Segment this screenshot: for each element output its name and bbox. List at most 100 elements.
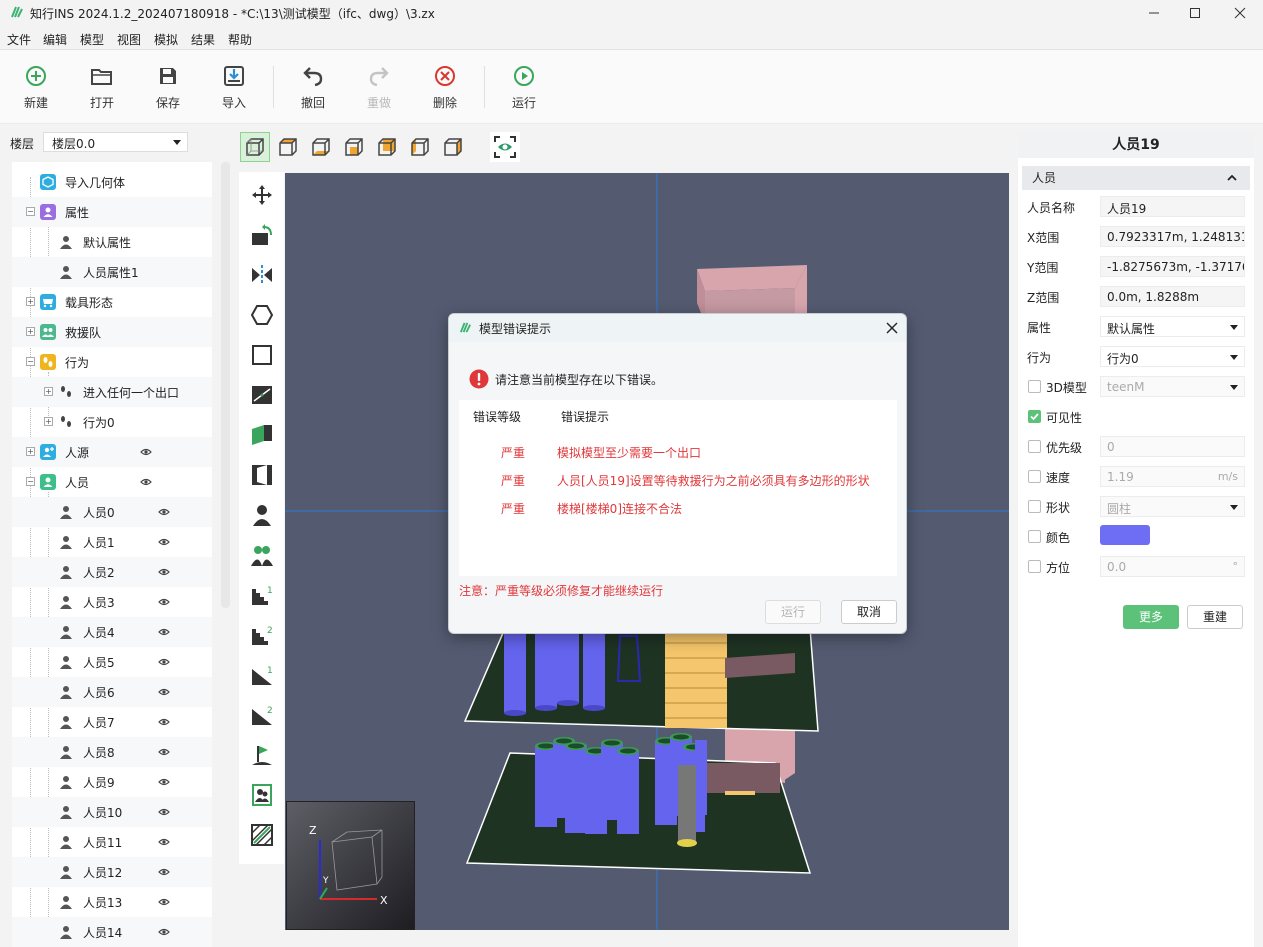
undo-button[interactable]: 撤回 — [288, 64, 338, 114]
tree-item-behavior0[interactable]: + 行为0 — [12, 407, 212, 437]
view-3d-button[interactable] — [240, 132, 270, 162]
visibility-eye-icon[interactable] — [140, 476, 152, 488]
z-range-field[interactable]: 0.0m, 1.8288m — [1100, 286, 1245, 307]
visibility-eye-icon[interactable] — [158, 806, 170, 818]
tree-item-person[interactable]: 人员2 — [12, 557, 212, 587]
minimize-button[interactable] — [1131, 0, 1177, 26]
x-range-field[interactable]: 0.7923317m, 1.2481318m — [1100, 226, 1245, 247]
menu-help[interactable]: 帮助 — [228, 31, 252, 48]
visibility-eye-icon[interactable] — [158, 776, 170, 788]
tree-item-attributes[interactable]: − 属性 — [12, 197, 212, 227]
tree-item-person[interactable]: 人员14 — [12, 917, 212, 947]
visibility-eye-icon[interactable] — [158, 836, 170, 848]
priority-checkbox[interactable] — [1028, 440, 1041, 453]
collapse-toggle-icon[interactable]: − — [26, 207, 35, 216]
expand-toggle-icon[interactable]: + — [26, 327, 35, 336]
visibility-checkbox[interactable] — [1028, 410, 1041, 423]
priority-field[interactable]: 0 — [1100, 436, 1245, 457]
import-button[interactable]: 导入 — [209, 64, 259, 114]
expand-toggle-icon[interactable]: + — [26, 447, 35, 456]
tree-item-person[interactable]: 人员12 — [12, 857, 212, 887]
mirror-tool[interactable] — [247, 260, 277, 290]
tree-item-default-attr[interactable]: 默认属性 — [12, 227, 212, 257]
visibility-eye-icon[interactable] — [158, 866, 170, 878]
visibility-eye-icon[interactable] — [158, 716, 170, 728]
tree-item-person[interactable]: 人员11 — [12, 827, 212, 857]
tree-item-person[interactable]: 人员13 — [12, 887, 212, 917]
visibility-eye-icon[interactable] — [158, 536, 170, 548]
visibility-eye-icon[interactable] — [140, 446, 152, 458]
save-button[interactable]: 保存 — [143, 64, 193, 114]
color-swatch[interactable] — [1100, 525, 1150, 545]
tree-item-person[interactable]: 人员0 — [12, 497, 212, 527]
visibility-eye-icon[interactable] — [158, 596, 170, 608]
region-tool[interactable] — [247, 820, 277, 850]
tree-item-persons[interactable]: − 人员 — [12, 467, 212, 497]
menu-results[interactable]: 结果 — [191, 31, 215, 48]
visibility-eye-icon[interactable] — [158, 896, 170, 908]
stairs1-tool[interactable]: 1 — [247, 580, 277, 610]
view-right-button[interactable] — [438, 132, 468, 162]
tree-item-behavior[interactable]: − 行为 — [12, 347, 212, 377]
tree-item-person[interactable]: 人员6 — [12, 677, 212, 707]
add-person-tool[interactable] — [247, 500, 277, 530]
properties-section-header[interactable]: 人员 — [1022, 166, 1250, 190]
tree-item-person[interactable]: 人员9 — [12, 767, 212, 797]
rotate-tool[interactable] — [247, 220, 277, 250]
dialog-close-icon[interactable] — [886, 322, 898, 334]
view-front-button[interactable] — [339, 132, 369, 162]
view-bottom-button[interactable] — [306, 132, 336, 162]
visibility-eye-icon[interactable] — [158, 746, 170, 758]
speed-field[interactable]: 1.19 m/s — [1100, 466, 1245, 487]
dialog-run-button[interactable]: 运行 — [765, 600, 821, 624]
tree-item-person[interactable]: 人员5 — [12, 647, 212, 677]
menu-model[interactable]: 模型 — [80, 31, 104, 48]
exit-flag-tool[interactable] — [247, 740, 277, 770]
stairs2-tool[interactable]: 2 — [247, 620, 277, 650]
tree-item-behavior-any-exit[interactable]: + 进入任何一个出口 — [12, 377, 212, 407]
tree-scrollbar[interactable] — [221, 162, 230, 608]
tree-item-person[interactable]: 人员1 — [12, 527, 212, 557]
maximize-button[interactable] — [1172, 0, 1218, 26]
dialog-cancel-button[interactable]: 取消 — [841, 600, 897, 624]
tree-item-person[interactable]: 人员8 — [12, 737, 212, 767]
door-tool[interactable] — [247, 420, 277, 450]
redo-button[interactable]: 重做 — [354, 64, 404, 114]
wall-tool[interactable] — [247, 380, 277, 410]
visibility-eye-icon[interactable] — [158, 686, 170, 698]
tree-item-rescue-team[interactable]: + 救援队 — [12, 317, 212, 347]
tree-item-vehicle-shape[interactable]: + 载具形态 — [12, 287, 212, 317]
polygon-tool[interactable] — [247, 300, 277, 330]
menu-file[interactable]: 文件 — [7, 31, 31, 48]
close-window-button[interactable] — [1217, 0, 1263, 26]
rebuild-button[interactable]: 重建 — [1187, 605, 1243, 629]
3d-model-select[interactable]: teenM — [1100, 376, 1245, 397]
visibility-eye-icon[interactable] — [158, 656, 170, 668]
person-source-tool[interactable] — [247, 780, 277, 810]
collapse-toggle-icon[interactable]: − — [26, 357, 35, 366]
add-group-tool[interactable] — [247, 540, 277, 570]
delete-button[interactable]: 删除 — [420, 64, 470, 114]
more-button[interactable]: 更多 — [1123, 605, 1179, 629]
menu-view[interactable]: 视图 — [117, 31, 141, 48]
speed-checkbox[interactable] — [1028, 470, 1041, 483]
tree-item-person-attr1[interactable]: 人员属性1 — [12, 257, 212, 287]
rectangle-tool[interactable] — [247, 340, 277, 370]
tree-item-source[interactable]: + 人源 — [12, 437, 212, 467]
menu-edit[interactable]: 编辑 — [43, 31, 67, 48]
menu-simulate[interactable]: 模拟 — [154, 31, 178, 48]
expand-toggle-icon[interactable]: + — [44, 387, 53, 396]
open-button[interactable]: 打开 — [77, 64, 127, 114]
tree-item-person[interactable]: 人员10 — [12, 797, 212, 827]
tree-item-person[interactable]: 人员7 — [12, 707, 212, 737]
tree-item-person[interactable]: 人员4 — [12, 617, 212, 647]
color-checkbox[interactable] — [1028, 530, 1041, 543]
visibility-eye-icon[interactable] — [158, 626, 170, 638]
y-range-field[interactable]: -1.8275673m, -1.3717673m — [1100, 256, 1245, 277]
floor-select[interactable]: 楼层0.0 — [43, 132, 188, 152]
orientation-field[interactable]: 0.0 ° — [1100, 556, 1245, 577]
shape-checkbox[interactable] — [1028, 500, 1041, 513]
expand-toggle-icon[interactable]: + — [26, 297, 35, 306]
ramp2-tool[interactable]: 2 — [247, 700, 277, 730]
3d-model-checkbox[interactable] — [1028, 380, 1041, 393]
